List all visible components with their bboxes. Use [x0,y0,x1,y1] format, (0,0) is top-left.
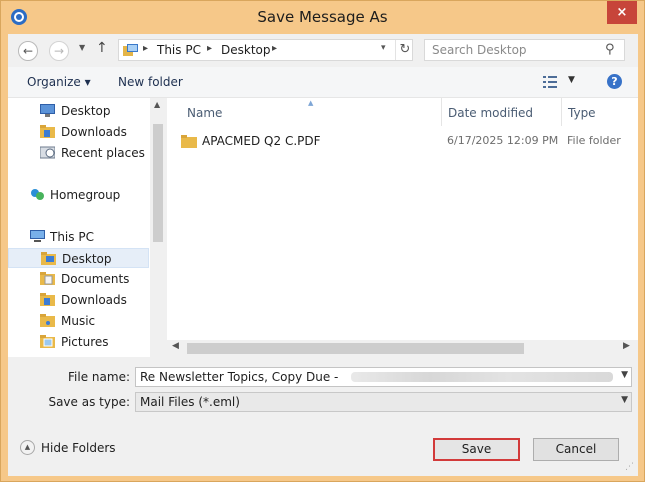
file-type: File folder [567,134,621,147]
hide-folders-label: Hide Folders [41,441,116,455]
breadcrumb-this-pc[interactable]: This PC [157,43,201,57]
nav-item-label: This PC [50,230,94,244]
file-date: 6/17/2025 12:09 PM [447,134,559,147]
nav-item-downloads-2[interactable]: Downloads [8,290,149,310]
documents-folder-icon [40,272,55,285]
file-row[interactable]: APACMED Q2 C.PDF 6/17/2025 12:09 PM File… [181,134,641,154]
scroll-right-icon[interactable]: ▶ [623,341,630,351]
nav-item-label: Homegroup [50,188,121,202]
horizontal-scrollbar[interactable]: ◀ ▶ [167,340,638,357]
downloads-folder-icon [40,293,55,306]
horizontal-scroll-thumb[interactable] [187,343,524,354]
save-as-type-label: Save as type: [48,395,130,409]
homegroup-icon [31,189,44,200]
nav-item-homegroup[interactable]: Homegroup [8,185,149,205]
nav-item-this-pc[interactable]: This PC [8,227,149,247]
navigation-scrollbar[interactable]: ▲ ▼ [150,98,166,390]
file-name: APACMED Q2 C.PDF [202,134,321,148]
command-toolbar: Organize ▾ New folder ▼ ? [8,67,638,98]
music-folder-icon [40,314,55,327]
up-arrow-icon: ↑ [96,40,108,56]
collapse-arrow-icon: ▲ [20,440,35,455]
nav-item-label: Pictures [61,335,109,349]
file-list: ▲ Name Date modified Type APACMED Q2 C.P… [167,98,638,356]
nav-item-desktop[interactable]: Desktop [8,101,149,121]
nav-item-label: Recent places [61,146,145,160]
nav-item-pictures[interactable]: Pictures [8,332,149,352]
file-name-field[interactable]: Re Newsletter Topics, Copy Due - ▼ [135,367,632,387]
column-date-modified[interactable]: Date modified [448,106,533,120]
nav-item-label: Downloads [61,125,127,139]
scroll-up-icon[interactable]: ▲ [154,100,160,109]
nav-item-label: Music [61,314,96,328]
forward-button[interactable]: → [49,41,69,61]
column-type[interactable]: Type [568,106,596,120]
dialog-client: ← → ▼ ↑ ▸ This PC ▸ Desktop ▸ ▾ ↻ Search… [8,34,638,476]
nav-item-recent-places[interactable]: Recent places [8,143,149,163]
redacted-text [351,372,613,382]
nav-item-music[interactable]: Music [8,311,149,331]
desktop-icon [40,104,55,117]
address-bar[interactable]: ▸ This PC ▸ Desktop ▸ ▾ ↻ [118,39,413,61]
up-button[interactable]: ↑ [96,40,108,56]
scroll-thumb[interactable] [153,124,163,242]
forward-arrow-icon: → [53,44,65,58]
nav-item-label: Documents [61,272,130,286]
navigation-pane: Desktop Downloads Recent places Homegrou… [8,98,166,390]
organize-menu[interactable]: Organize ▾ [27,75,91,89]
cancel-button[interactable]: Cancel [533,438,619,461]
address-dropdown-icon[interactable]: ▾ [381,43,386,53]
back-arrow-icon: ← [22,44,34,58]
column-divider[interactable] [441,98,442,126]
breadcrumb-desktop[interactable]: Desktop [221,43,271,57]
nav-item-label: Downloads [61,293,127,307]
nav-item-desktop-selected[interactable]: Desktop [8,248,149,268]
recent-places-icon [40,146,55,159]
address-row: ← → ▼ ↑ ▸ This PC ▸ Desktop ▸ ▾ ↻ Search… [8,34,638,67]
nav-item-downloads[interactable]: Downloads [8,122,149,142]
computer-folder-icon [123,44,138,56]
chevron-down-icon[interactable]: ▼ [621,370,628,380]
save-as-type-select[interactable]: Mail Files (*.eml) ▼ [135,392,632,412]
scroll-left-icon[interactable]: ◀ [172,341,179,351]
recent-locations-button[interactable]: ▼ [79,43,85,52]
view-options-icon[interactable] [543,76,557,88]
save-as-type-value: Mail Files (*.eml) [140,395,240,409]
save-button[interactable]: Save [433,438,520,461]
search-input[interactable] [425,40,602,60]
column-divider[interactable] [561,98,562,126]
refresh-icon[interactable]: ↻ [395,40,414,60]
column-name[interactable]: Name [187,106,222,120]
desktop-folder-icon [41,252,56,265]
folder-icon [181,135,197,148]
breadcrumb-chevron-icon: ▸ [272,43,278,54]
file-name-label: File name: [68,370,130,384]
pictures-folder-icon [40,335,55,348]
downloads-folder-icon [40,125,55,138]
nav-item-label: Desktop [62,252,112,266]
search-icon[interactable]: ⚲ [605,42,615,57]
computer-icon [30,230,45,242]
close-button[interactable]: × [607,1,637,24]
breadcrumb-chevron-icon: ▸ [143,43,149,54]
sort-ascending-icon: ▲ [308,99,314,107]
nav-item-label: Desktop [61,104,111,118]
save-dialog-window: Save Message As × ← → ▼ ↑ ▸ This PC ▸ De… [0,0,645,482]
chevron-down-icon[interactable]: ▼ [621,395,628,405]
file-name-value: Re Newsletter Topics, Copy Due - [140,370,339,384]
help-icon[interactable]: ? [607,74,622,89]
breadcrumb-chevron-icon: ▸ [207,43,213,54]
search-box[interactable]: ⚲ [424,39,625,61]
nav-item-documents[interactable]: Documents [8,269,149,289]
back-button[interactable]: ← [18,41,38,61]
view-dropdown-icon[interactable]: ▼ [568,75,575,85]
resize-grip-icon[interactable]: ⋰ [625,462,634,472]
new-folder-button[interactable]: New folder [118,75,183,89]
window-title: Save Message As [257,8,388,26]
title-bar[interactable]: Save Message As × [1,1,644,34]
